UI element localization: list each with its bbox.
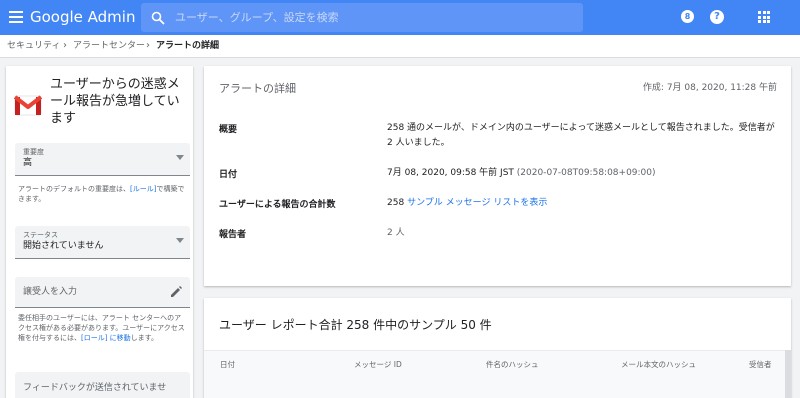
date-label: 日付 — [219, 170, 238, 180]
status-dropdown[interactable]: ステータス 開始されていません — [15, 226, 190, 259]
breadcrumb: セキュリティ › アラートセンター › アラートの詳細 — [0, 35, 800, 58]
reporters-value: 2 人 — [387, 228, 405, 238]
apps-grid-icon[interactable] — [758, 11, 770, 23]
roles-link[interactable]: [ロール] に移動 — [81, 334, 131, 342]
created-timestamp: 作成: 7月 08, 2020, 11:28 午前 — [642, 83, 777, 93]
feedback-text: フィードバックが送信されていませ — [23, 383, 167, 393]
status-label: ステータス — [23, 231, 58, 239]
gmail-icon — [14, 95, 42, 116]
search-bar[interactable]: ユーザー、グループ、設定を検索 — [141, 3, 583, 32]
breadcrumb-security[interactable]: セキュリティ — [7, 41, 60, 52]
breadcrumb-separator-icon: › — [146, 40, 150, 51]
details-title: アラートの詳細 — [219, 82, 296, 95]
notifications-icon[interactable]: 8 — [681, 10, 694, 23]
severity-help-text: アラートのデフォルトの重要度は、[ルール]で構築できます。 — [18, 185, 185, 203]
reporters-label: 報告者 — [219, 230, 247, 240]
app-logo[interactable]: Google Admin — [30, 8, 135, 26]
total-reports-label: ユーザーによる報告の合計数 — [219, 200, 336, 210]
column-date[interactable]: 日付 — [220, 360, 235, 370]
alert-title: ユーザーからの迷惑メール報告が急増しています — [50, 77, 180, 126]
column-subject-hash[interactable]: 件名のハッシュ — [486, 360, 539, 370]
breadcrumb-current: アラートの詳細 — [156, 41, 220, 51]
view-sample-messages-link[interactable]: サンプル メッセージ リストを表示 — [407, 198, 547, 208]
rules-link[interactable]: [ルール] — [130, 185, 156, 193]
assignee-field[interactable]: 譲受人を入力 — [15, 277, 190, 308]
total-reports-value: 258 サンプル メッセージ リストを表示 — [387, 198, 548, 208]
help-icon[interactable]: ? — [710, 10, 724, 24]
breadcrumb-alert-center[interactable]: アラートセンター — [73, 41, 145, 52]
alert-side-panel: ユーザーからの迷惑メール報告が急増しています 重要度 高 アラートのデフォルトの… — [6, 66, 193, 398]
sample-title: ユーザー レポート合計 258 件中のサンプル 50 件 — [219, 318, 492, 332]
date-value: 7月 08, 2020, 09:58 午前 JST (2020-07-08T09… — [387, 168, 656, 178]
status-value: 開始されていません — [23, 241, 104, 251]
severity-value: 高 — [23, 158, 33, 168]
dropdown-arrow-icon[interactable] — [176, 238, 184, 243]
severity-dropdown[interactable]: 重要度 高 — [15, 143, 190, 176]
column-message-id[interactable]: メッセージ ID — [354, 360, 402, 370]
scrollbar[interactable] — [785, 350, 791, 398]
date-iso-value: (2020-07-08T09:58:08+09:00) — [516, 168, 656, 178]
top-app-bar: Google Admin ユーザー、グループ、設定を検索 8 ? — [0, 0, 800, 35]
sample-table-header: 日付 メッセージ ID 件名のハッシュ メール本文のハッシュ 受信者 — [204, 350, 791, 398]
dropdown-arrow-icon[interactable] — [176, 155, 184, 160]
feedback-field[interactable]: フィードバックが送信されていませ — [15, 372, 190, 398]
menu-icon[interactable] — [7, 8, 25, 26]
column-body-hash[interactable]: メール本文のハッシュ — [621, 360, 696, 370]
column-recipient[interactable]: 受信者 — [749, 360, 772, 370]
sample-reports-card: ユーザー レポート合計 258 件中のサンプル 50 件 日付 メッセージ ID… — [204, 298, 791, 398]
pencil-icon[interactable] — [170, 285, 183, 298]
summary-label: 概要 — [219, 125, 238, 135]
search-input[interactable]: ユーザー、グループ、設定を検索 — [175, 10, 339, 25]
breadcrumb-separator-icon: › — [63, 40, 67, 51]
summary-value: 258 通のメールが、ドメイン内のユーザーによって迷惑メールとして報告されました… — [387, 123, 775, 148]
alert-details-card: アラートの詳細 作成: 7月 08, 2020, 11:28 午前 概要 258… — [204, 66, 791, 286]
assignee-input[interactable]: 譲受人を入力 — [23, 287, 77, 298]
assignee-help-text: 委任相手のユーザーには、アラート センターへのアクセス権がある必要があります。ユ… — [18, 314, 185, 342]
search-icon[interactable] — [151, 11, 165, 25]
severity-label: 重要度 — [23, 148, 44, 156]
